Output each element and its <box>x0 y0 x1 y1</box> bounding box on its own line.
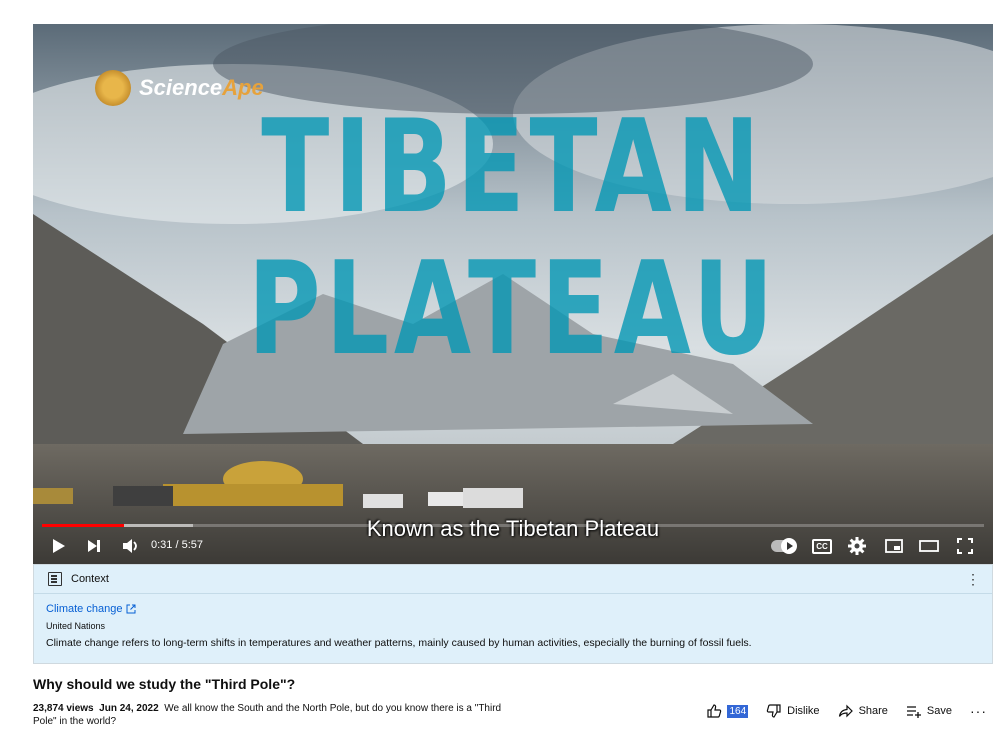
like-button[interactable]: 164 <box>706 703 749 719</box>
play-icon <box>53 539 65 553</box>
context-info-icon <box>48 572 62 586</box>
more-vertical-icon[interactable]: ⋮ <box>966 572 980 586</box>
context-link[interactable]: Climate change <box>46 603 136 615</box>
context-source: United Nations <box>46 621 106 631</box>
skip-next-icon <box>88 540 100 552</box>
channel-watermark: ScienceApe <box>95 70 264 106</box>
autoplay-play-icon <box>781 538 797 554</box>
volume-icon <box>123 539 137 553</box>
theater-button[interactable] <box>918 536 940 556</box>
miniplayer-button[interactable] <box>883 536 905 556</box>
save-button[interactable]: Save <box>906 703 952 719</box>
miniplayer-icon <box>885 539 903 553</box>
cc-icon: CC <box>812 538 832 554</box>
share-button[interactable]: Share <box>838 703 888 719</box>
video-player[interactable]: ScienceApe TIBETAN PLATEAU Known as the … <box>33 24 993 564</box>
watermark-text: ScienceApe <box>139 75 264 100</box>
context-title: Context <box>71 573 109 585</box>
dislike-label: Dislike <box>787 705 820 717</box>
context-description: Climate change refers to long-term shift… <box>46 637 752 649</box>
more-actions-icon[interactable]: ··· <box>970 703 987 719</box>
overlay-title-line1: TIBETAN <box>261 93 765 242</box>
dislike-button[interactable]: Dislike <box>766 703 820 719</box>
play-button[interactable] <box>47 536 69 556</box>
fullscreen-icon <box>957 538 973 554</box>
upload-date: Jun 24, 2022 <box>99 703 159 714</box>
settings-button[interactable] <box>846 536 868 556</box>
like-count: 164 <box>727 704 749 718</box>
progress-bar[interactable] <box>42 524 984 527</box>
autoplay-track <box>771 538 797 554</box>
gear-icon <box>848 537 866 555</box>
volume-button[interactable] <box>119 536 141 556</box>
player-controls: 0:31 / 5:57 CC <box>33 528 993 564</box>
time-display: 0:31 / 5:57 <box>151 539 203 551</box>
save-label: Save <box>926 705 952 717</box>
context-link-text: Climate change <box>46 603 123 615</box>
view-count: 23,874 views <box>33 703 94 714</box>
playlist-add-icon <box>906 706 921 718</box>
action-bar: 164 Dislike Share Save ··· <box>688 703 987 719</box>
subtitles-button[interactable]: CC <box>811 536 833 556</box>
context-panel: Context ⋮ Climate change United Nations … <box>33 564 993 664</box>
fullscreen-button[interactable] <box>954 536 976 556</box>
external-link-icon <box>126 604 136 614</box>
next-button[interactable] <box>83 536 105 556</box>
video-title: Why should we study the "Third Pole"? <box>33 676 296 692</box>
share-label: Share <box>858 705 888 717</box>
watermark-logo-icon <box>95 70 131 106</box>
autoplay-toggle[interactable] <box>769 536 797 556</box>
theater-icon <box>919 540 939 552</box>
overlay-title-line2: PLATEAU <box>247 235 779 384</box>
context-header: Context ⋮ <box>34 565 992 594</box>
video-description-snippet[interactable]: 23,874 views Jun 24, 2022 We all know th… <box>33 702 503 728</box>
progress-played <box>42 524 124 527</box>
thumbs-down-icon <box>766 704 781 718</box>
share-icon <box>838 704 853 718</box>
thumbs-up-icon <box>707 704 722 718</box>
